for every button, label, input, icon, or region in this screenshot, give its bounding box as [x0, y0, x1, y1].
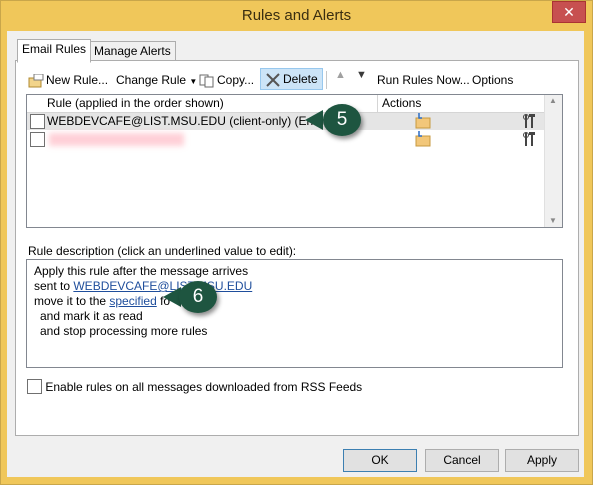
rule-row[interactable]: [27, 131, 544, 148]
change-rule-label: Change Rule: [116, 73, 187, 87]
rule-tools-icon: [523, 131, 537, 150]
desc-text: move it to the: [34, 294, 110, 308]
rules-list[interactable]: Rule (applied in the order shown) Action…: [26, 94, 563, 228]
desc-line-5: and stop processing more rules: [40, 324, 208, 338]
rss-checkbox[interactable]: [27, 379, 42, 395]
rule-description-box: Apply this rule after the message arrive…: [26, 259, 563, 368]
options-button[interactable]: Options: [472, 70, 513, 90]
tab-email-rules[interactable]: Email Rules: [17, 39, 92, 63]
redacted-blur: [49, 133, 184, 146]
rules-list-scrollbar[interactable]: ▲ ▼: [544, 95, 562, 227]
title-bar: Rules and Alerts ✕: [1, 1, 592, 31]
delete-icon: [265, 73, 281, 87]
ok-button[interactable]: OK: [343, 449, 417, 472]
window-title: Rules and Alerts: [241, 7, 352, 24]
desc-line-1: Apply this rule after the message arrive…: [34, 264, 249, 278]
move-down-icon[interactable]: ▼: [356, 69, 367, 81]
move-to-folder-icon: [415, 131, 431, 150]
desc-line-4: and mark it as read: [40, 309, 143, 323]
rule-enable-checkbox[interactable]: [30, 114, 45, 129]
new-rule-label: New Rule...: [46, 73, 109, 87]
chevron-down-icon: ▼: [189, 77, 198, 86]
rss-rules-option[interactable]: Enable rules on all messages downloaded …: [27, 379, 363, 395]
apply-button[interactable]: Apply: [505, 449, 579, 472]
tab-manage-alerts[interactable]: Manage Alerts: [89, 41, 176, 62]
callout-6: 6: [179, 281, 217, 313]
new-rule-button[interactable]: New Rule...: [28, 70, 108, 90]
copy-rule-button[interactable]: Copy...: [199, 70, 254, 90]
copy-label: Copy...: [217, 73, 255, 87]
new-rule-icon: [28, 73, 44, 88]
desc-line-2: sent to WEBDEVCAFE@LIST.MSU.EDU: [34, 279, 252, 293]
move-up-icon[interactable]: ▲: [335, 69, 346, 81]
callout-5: 5: [323, 104, 361, 136]
move-to-folder-icon: [415, 113, 431, 132]
copy-icon: [199, 74, 215, 88]
rule-enable-checkbox[interactable]: [30, 132, 45, 147]
delete-rule-button[interactable]: Delete: [260, 68, 323, 90]
desc-line-3: move it to the specified fo: [34, 294, 170, 308]
change-rule-button[interactable]: Change Rule ▼: [116, 70, 197, 90]
toolbar-separator: [326, 71, 327, 89]
rule-description-label: Rule description (click an underlined va…: [28, 244, 297, 258]
column-header-actions[interactable]: Actions: [377, 95, 549, 113]
delete-label: Delete: [283, 72, 318, 86]
callout-5-tail: [305, 110, 323, 130]
rss-option-label: Enable rules on all messages downloaded …: [45, 380, 363, 394]
desc-text: sent to: [34, 279, 74, 293]
cancel-button[interactable]: Cancel: [425, 449, 499, 472]
scroll-up-icon[interactable]: ▲: [549, 96, 557, 105]
close-button[interactable]: ✕: [552, 1, 586, 23]
rule-name: WEBDEVCAFE@LIST.MSU.EDU (client-only) (E…: [47, 114, 330, 128]
scroll-down-icon[interactable]: ▼: [549, 216, 557, 225]
rule-tools-icon: [523, 113, 537, 132]
rule-row[interactable]: WEBDEVCAFE@LIST.MSU.EDU (client-only) (E…: [27, 113, 544, 130]
rules-and-alerts-dialog: Rules and Alerts ✕ Email Rules Manage Al…: [0, 0, 593, 485]
folder-link[interactable]: specified: [109, 294, 156, 308]
dialog-body: Email Rules Manage Alerts New Rule... Ch…: [7, 31, 584, 477]
run-rules-now-button[interactable]: Run Rules Now...: [377, 70, 470, 90]
